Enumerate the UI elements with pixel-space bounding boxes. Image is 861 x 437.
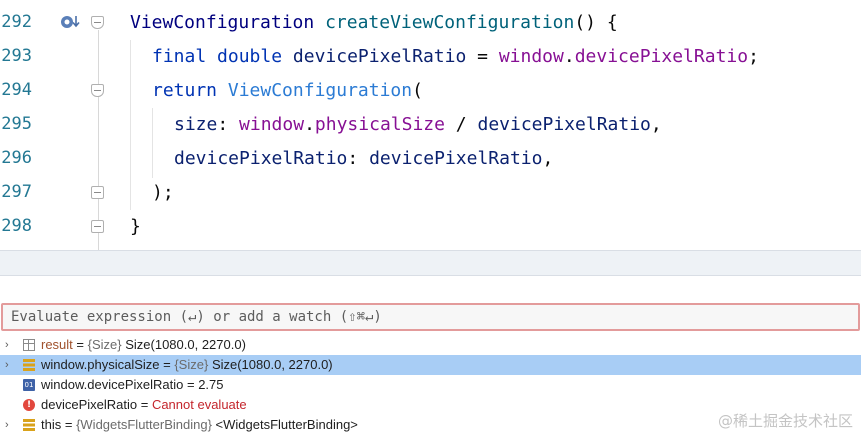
code-line: 298 } <box>0 210 861 244</box>
variable-name: result <box>41 337 73 352</box>
code-token: . <box>304 114 315 135</box>
code-token: devicePixelRatio <box>292 46 467 67</box>
variable-text: window.devicePixelRatio = 2.75 <box>41 375 224 395</box>
code-token: : <box>347 148 370 169</box>
code-token: ViewConfiguration <box>227 80 413 101</box>
code-token: devicePixelRatio <box>174 148 348 169</box>
code-token: ; <box>748 46 759 67</box>
variable-equals: = <box>159 357 175 372</box>
fold-toggle-icon[interactable] <box>91 16 104 29</box>
code-line: 294 return ViewConfiguration( <box>0 74 861 108</box>
variable-equals: = <box>137 397 152 412</box>
variable-value: Size(1080.0, 2270.0) <box>121 337 246 352</box>
stack-icon <box>23 419 35 431</box>
code-token: return <box>152 80 218 101</box>
code-token: devicePixelRatio <box>369 148 543 169</box>
code-token: , <box>650 114 662 135</box>
variable-type: {WidgetsFlutterBinding} <box>76 417 212 432</box>
variable-text: devicePixelRatio = Cannot evaluate <box>41 395 247 415</box>
evaluate-expression-input[interactable] <box>3 305 858 329</box>
variable-row[interactable]: › result = {Size} Size(1080.0, 2270.0) <box>0 335 861 355</box>
fold-toggle-icon[interactable] <box>91 220 104 233</box>
variable-error-value: Cannot evaluate <box>151 397 247 412</box>
primitive-icon: 01 <box>23 379 35 391</box>
debugger-toolbar-area <box>0 276 861 303</box>
code-token: final <box>152 46 207 67</box>
variable-row[interactable]: 01 window.devicePixelRatio = 2.75 <box>0 375 861 395</box>
variable-name: devicePixelRatio <box>41 397 138 412</box>
variable-text: this = {WidgetsFlutterBinding} <WidgetsF… <box>41 415 358 435</box>
variable-row-selected[interactable]: › window.physicalSize = {Size} Size(1080… <box>0 355 861 375</box>
code-text: ); <box>152 182 174 203</box>
code-token: () { <box>574 12 618 33</box>
expand-chevron-icon[interactable]: › <box>5 335 15 355</box>
variable-text: result = {Size} Size(1080.0, 2270.0) <box>41 335 246 355</box>
code-text: ViewConfiguration createViewConfiguratio… <box>130 12 618 33</box>
watermark-text: @稀土掘金技术社区 <box>717 412 853 430</box>
code-token: createViewConfiguration <box>325 12 575 33</box>
table-icon <box>23 339 35 351</box>
variable-name: window.devicePixelRatio <box>41 377 184 392</box>
code-token: ViewConfiguration <box>130 12 315 33</box>
code-token: physicalSize <box>314 114 445 135</box>
code-token: devicePixelRatio <box>574 46 749 67</box>
code-line: 296 devicePixelRatio: devicePixelRatio, <box>0 142 861 176</box>
variable-value: 2.75 <box>198 377 224 392</box>
fold-toggle-icon[interactable] <box>91 186 104 199</box>
line-number: 296 <box>1 148 32 168</box>
code-token: / <box>444 114 478 135</box>
variable-type: {Size} <box>87 337 122 352</box>
expand-chevron-icon[interactable]: › <box>5 355 15 375</box>
code-line: 297 ); <box>0 176 861 210</box>
code-token: . <box>563 46 575 67</box>
code-text: } <box>130 216 141 237</box>
code-text: final double devicePixelRatio = window.d… <box>152 46 759 67</box>
code-line: 295 size: window.physicalSize / devicePi… <box>0 108 861 142</box>
code-token: window <box>239 114 305 135</box>
panel-splitter[interactable] <box>0 250 861 276</box>
code-token: ); <box>152 182 174 203</box>
variable-text: window.physicalSize = {Size} Size(1080.0… <box>41 355 333 375</box>
code-text: size: window.physicalSize / devicePixelR… <box>174 114 662 135</box>
stack-icon <box>23 359 35 371</box>
code-line: 293 final double devicePixelRatio = wind… <box>0 40 861 74</box>
variable-equals: = <box>61 417 77 432</box>
line-number: 295 <box>1 114 32 134</box>
line-number: 293 <box>1 46 32 66</box>
code-token: devicePixelRatio <box>477 114 651 135</box>
code-token: size <box>174 114 218 135</box>
code-token: } <box>130 216 141 237</box>
fold-toggle-icon[interactable] <box>91 84 104 97</box>
variable-value: <WidgetsFlutterBinding> <box>211 417 358 432</box>
code-token: : <box>217 114 240 135</box>
code-editor[interactable]: 292 ViewConfiguration createViewConfigur… <box>0 0 861 250</box>
code-token: ( <box>412 80 423 101</box>
line-number: 297 <box>1 182 32 202</box>
code-text: devicePixelRatio: devicePixelRatio, <box>174 148 553 169</box>
code-line: 292 ViewConfiguration createViewConfigur… <box>0 6 861 40</box>
line-number: 292 <box>1 12 32 32</box>
variable-name: window.physicalSize <box>41 357 160 372</box>
variable-value: Size(1080.0, 2270.0) <box>208 357 333 372</box>
code-token: , <box>542 148 554 169</box>
variable-type: {Size} <box>174 357 209 372</box>
expand-chevron-icon[interactable]: › <box>5 415 15 435</box>
error-icon: ! <box>23 399 35 411</box>
code-token: = <box>466 46 499 67</box>
code-token: window <box>498 46 564 67</box>
variable-equals: = <box>183 377 199 392</box>
variable-name: this <box>41 417 62 432</box>
line-number: 294 <box>1 80 32 100</box>
code-token: double <box>217 46 283 67</box>
variable-equals: = <box>72 337 88 352</box>
line-number: 298 <box>1 216 32 236</box>
evaluate-expression-box[interactable] <box>1 303 860 331</box>
code-text: return ViewConfiguration( <box>152 80 423 101</box>
